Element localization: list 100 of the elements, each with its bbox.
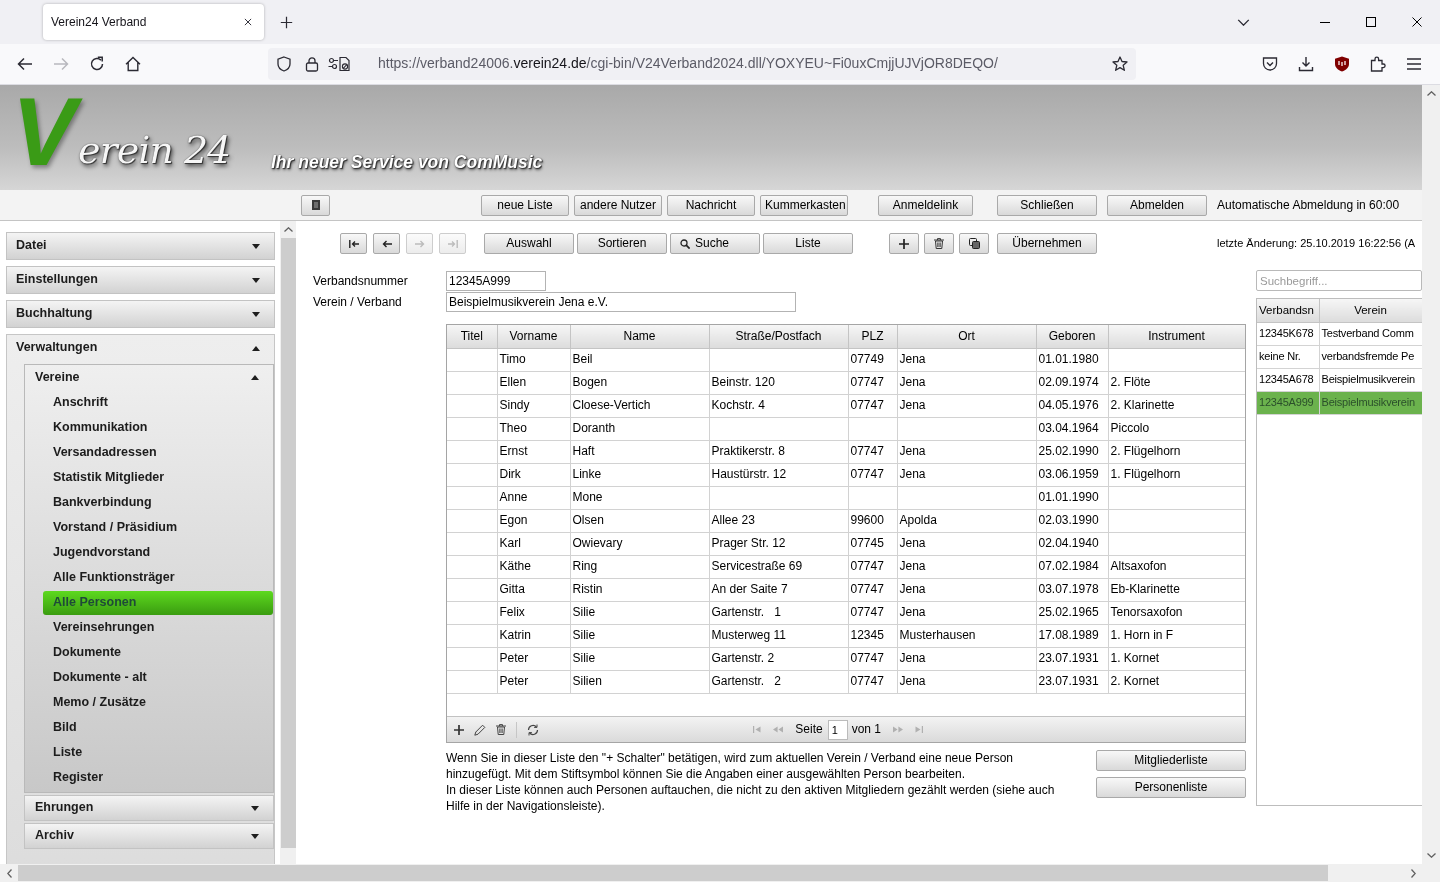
column-header[interactable]: Instrument <box>1108 325 1245 348</box>
pocket-icon[interactable] <box>1262 56 1278 72</box>
pencil-icon[interactable] <box>474 723 486 736</box>
text-field[interactable]: Beispielmusikverein Jena e.V. <box>446 292 796 312</box>
menu-item[interactable]: Jugendvorstand <box>43 541 273 565</box>
chevron-right-icon[interactable] <box>1410 868 1416 878</box>
menu-item[interactable]: Alle Personen <box>43 591 273 615</box>
accordion-header[interactable]: Buchhaltung <box>6 300 275 328</box>
column-header[interactable]: Vorname <box>497 325 570 348</box>
menu-item[interactable]: Memo / Zusätze <box>43 691 273 715</box>
plus-icon[interactable] <box>280 15 293 29</box>
table-cell: 07747 <box>848 371 897 394</box>
menu-item[interactable]: Bankverbindung <box>43 491 273 515</box>
minimize-icon[interactable] <box>1320 21 1330 23</box>
lock-icon[interactable] <box>304 56 320 72</box>
column-header[interactable]: Geboren <box>1036 325 1108 348</box>
document-button[interactable] <box>301 194 330 216</box>
chevron-up-icon[interactable] <box>1426 91 1436 96</box>
logo: Verein 24 <box>12 89 231 175</box>
accordion-header[interactable]: Datei <box>6 232 275 260</box>
puzzle-icon[interactable] <box>1370 56 1386 72</box>
browser-tab[interactable]: Verein24 Verband <box>43 4 264 40</box>
toolbar-button[interactable]: Sortieren <box>577 233 667 254</box>
menu-item[interactable]: Kommunikation <box>43 416 273 440</box>
copy-button[interactable] <box>959 233 989 254</box>
toolbar-button[interactable]: Anmeldelink <box>878 194 973 216</box>
close-icon[interactable] <box>243 17 253 27</box>
table-cell: Cloese-Vertich <box>570 394 709 417</box>
menu-item[interactable]: Dokumente - alt <box>43 666 273 690</box>
trash-icon[interactable] <box>496 724 506 735</box>
menu-item[interactable]: Statistik Mitglieder <box>43 466 273 490</box>
accordion-header[interactable]: Ehrungen <box>24 795 274 821</box>
home-icon[interactable] <box>125 56 141 72</box>
chevron-up-icon[interactable] <box>283 227 293 232</box>
column-header[interactable]: PLZ <box>848 325 897 348</box>
column-header[interactable]: Straße/Postfach <box>709 325 848 348</box>
back-arrow-icon[interactable] <box>17 56 33 72</box>
add-button[interactable] <box>889 233 919 254</box>
column-header[interactable]: Verbandsn <box>1257 299 1319 322</box>
refresh-icon[interactable] <box>527 723 539 736</box>
menu-item[interactable]: Vorstand / Präsidium <box>43 516 273 540</box>
apply-button[interactable]: Übernehmen <box>997 233 1097 254</box>
toolbar-button[interactable]: Abmelden <box>1107 194 1207 216</box>
accordion-header[interactable]: Einstellungen <box>6 266 275 294</box>
column-header[interactable]: Verein <box>1319 299 1422 322</box>
download-icon[interactable] <box>1298 56 1314 72</box>
reload-icon[interactable] <box>89 56 105 72</box>
toolbar-button[interactable]: Nachricht <box>667 194 755 216</box>
table-cell: Olsen <box>570 509 709 532</box>
toolbar-button[interactable]: Kummerkasten <box>760 194 848 216</box>
previous-record-button[interactable] <box>373 233 400 254</box>
shield-icon[interactable] <box>1334 56 1350 72</box>
menu-item[interactable]: Versandadressen <box>43 441 273 465</box>
toolbar-button[interactable]: neue Liste <box>481 194 569 216</box>
table-cell: Peter <box>497 670 570 693</box>
maximize-icon[interactable] <box>1366 17 1376 27</box>
menu-icon[interactable] <box>1406 56 1422 72</box>
menu-item[interactable]: Register <box>43 766 273 790</box>
list-row[interactable]: 12345A999 Beispielmusikverein <box>1257 391 1422 414</box>
toolbar-button[interactable]: Liste <box>763 233 853 254</box>
toolbar-button[interactable]: Auswahl <box>484 233 574 254</box>
help-text: Wenn Sie in dieser Liste den "+ Schalter" betätigen, wird zum aktuellen Verein / Verband eine neue Person hinzugefügt. Mit dem Stiftsymbol können Sie die Angaben einer ausgewählten Person bearbeiten. <box>446 750 1014 782</box>
table-cell: Kochstr. 4 <box>709 394 848 417</box>
accordion-header[interactable]: Vereine <box>25 365 273 390</box>
list-button[interactable]: Personenliste <box>1096 777 1246 798</box>
chevron-left-icon[interactable] <box>6 868 12 878</box>
menu-item[interactable]: Dokumente <box>43 641 273 665</box>
star-icon[interactable] <box>1112 56 1128 72</box>
permissions-icon[interactable] <box>328 56 350 72</box>
column-header[interactable]: Ort <box>897 325 1036 348</box>
search-field[interactable]: Suchbegriff... <box>1256 270 1422 291</box>
first-record-button[interactable] <box>340 233 367 254</box>
table-cell: Musterweg 11 <box>709 624 848 647</box>
chevron-down-icon[interactable] <box>1237 18 1250 26</box>
list-button[interactable]: Mitgliederliste <box>1096 750 1246 771</box>
table-cell: Jena <box>897 348 1036 371</box>
scrollbar-thumb[interactable] <box>18 865 1328 881</box>
search-button[interactable]: Suche <box>670 233 760 254</box>
menu-item[interactable]: Vereinsehrungen <box>43 616 273 640</box>
toolbar-button[interactable]: andere Nutzer <box>574 194 662 216</box>
table-cell: Jena <box>897 555 1036 578</box>
delete-button[interactable] <box>924 233 954 254</box>
table-cell: 07747 <box>848 647 897 670</box>
toolbar-button[interactable]: Schließen <box>997 194 1097 216</box>
text-field[interactable]: 12345A999 <box>446 271 546 291</box>
menu-item[interactable]: Anschrift <box>43 391 273 415</box>
table-cell: Gitta <box>497 578 570 601</box>
page-field[interactable]: 1 <box>827 719 848 740</box>
address-bar[interactable]: https://verband24006.verein24.de/cgi-bin/V24Verband2024.dll/YOXYEU~Fi0uxCmjjUJVjOR8DEQO/ <box>268 48 1136 80</box>
close-icon[interactable] <box>1412 17 1422 27</box>
menu-item[interactable]: Liste <box>43 741 273 765</box>
column-header[interactable]: Titel <box>447 325 497 348</box>
column-header[interactable]: Name <box>570 325 709 348</box>
menu-item[interactable]: Bild <box>43 716 273 740</box>
accordion-header[interactable]: Archiv <box>24 823 274 849</box>
menu-item[interactable]: Alle Funktionsträger <box>43 566 273 590</box>
accordion-header[interactable]: Verwaltungen <box>7 335 274 361</box>
plus-icon[interactable] <box>454 724 464 735</box>
chevron-down-icon[interactable] <box>1426 853 1436 858</box>
shield-icon[interactable] <box>276 56 292 72</box>
